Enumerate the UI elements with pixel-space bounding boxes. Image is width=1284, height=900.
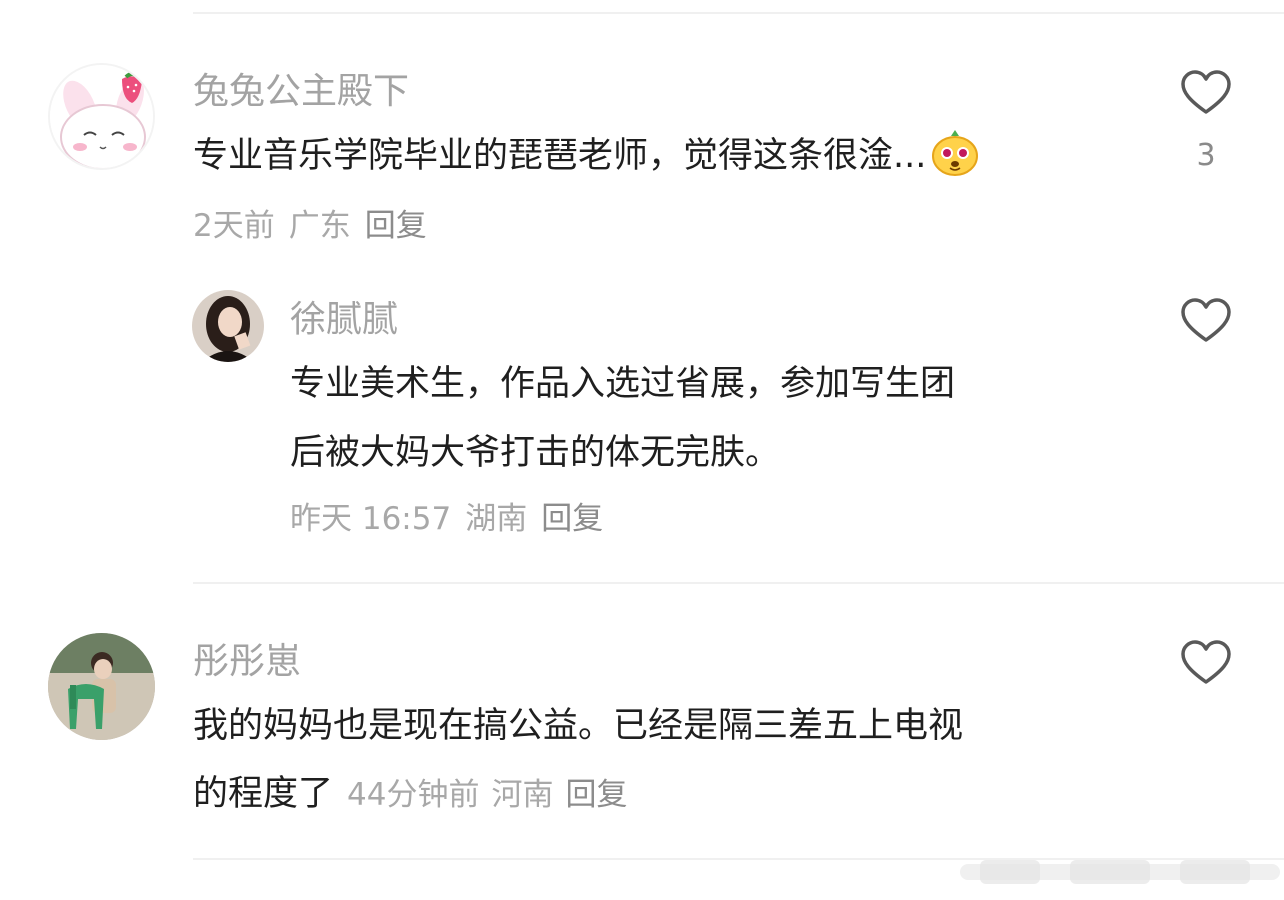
comment-time: 44分钟前 — [347, 777, 480, 813]
child-chair-avatar-icon — [48, 633, 155, 740]
comment-text-line-2: 后被大妈大爷打击的体无完肤。 — [290, 433, 781, 473]
comment-location: 广东 — [288, 208, 351, 244]
heart-icon[interactable] — [1181, 298, 1231, 344]
username[interactable]: 徐腻腻 — [290, 298, 398, 342]
bunny-avatar-icon — [50, 65, 153, 168]
like-count: 3 — [1196, 138, 1216, 173]
reply-button[interactable]: 回复 — [365, 208, 427, 244]
top-divider — [193, 12, 1284, 14]
comment-text-line-2: 的程度了 44分钟前 河南 回复 — [193, 760, 627, 830]
comment-location: 河南 — [491, 777, 554, 813]
woman-portrait-avatar-icon — [192, 290, 264, 362]
avatar[interactable] — [192, 290, 264, 362]
comment-text-tail: 的程度了 — [193, 774, 334, 814]
username[interactable]: 兔兔公主殿下 — [193, 70, 409, 114]
comment-text: 专业音乐学院毕业的琵琶老师，觉得这条很淦... — [193, 122, 980, 191]
comment-meta: 44分钟前 河南 回复 — [347, 777, 627, 813]
comment-divider — [193, 582, 1284, 584]
comment-text-line-1: 我的妈妈也是现在搞公益。已经是隔三差五上电视 — [193, 706, 964, 746]
avatar[interactable] — [48, 63, 155, 170]
comment-location: 湖南 — [465, 501, 528, 537]
reply-button[interactable]: 回复 — [541, 501, 603, 537]
heart-icon[interactable] — [1181, 640, 1231, 686]
username[interactable]: 彤彤崽 — [193, 640, 301, 684]
comment-meta: 昨天 16:57 湖南 回复 — [290, 499, 603, 539]
watermark — [960, 860, 1280, 884]
comment-text-body: 专业音乐学院毕业的琵琶老师，觉得这条很淦... — [193, 136, 927, 176]
reply-button[interactable]: 回复 — [565, 777, 627, 813]
avatar[interactable] — [48, 633, 155, 740]
comment-text-line-1: 专业美术生，作品入选过省展，参加写生团 — [290, 364, 956, 404]
heart-icon[interactable] — [1181, 70, 1231, 116]
yellow-dog-emoji-icon — [932, 130, 979, 176]
comment-time: 2天前 — [193, 208, 275, 244]
comment-meta: 2天前 广东 回复 — [193, 206, 427, 246]
comment-time: 昨天 16:57 — [290, 501, 452, 537]
